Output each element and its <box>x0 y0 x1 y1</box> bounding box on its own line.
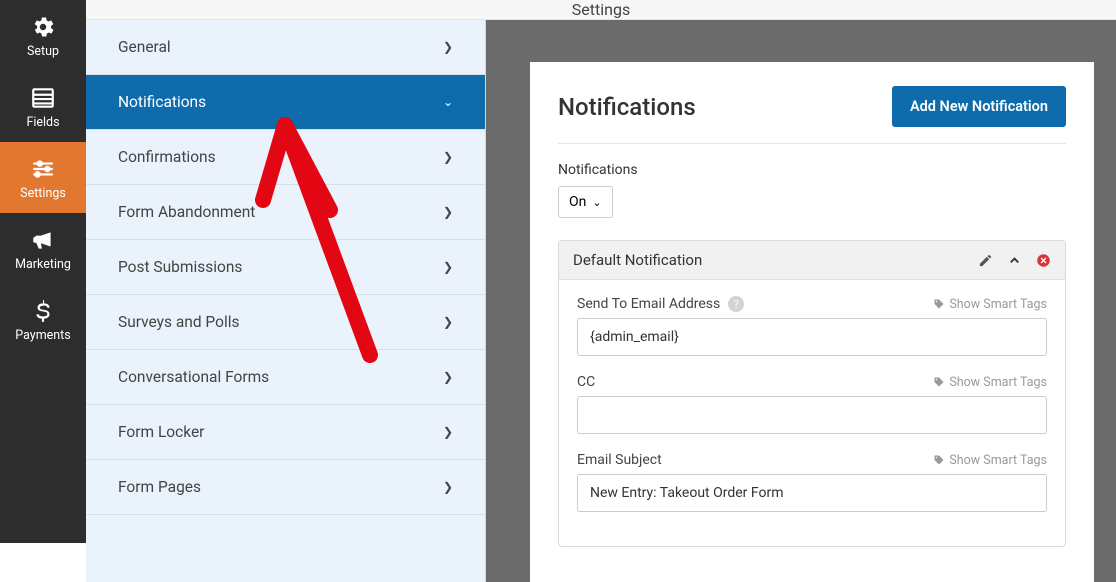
tag-icon <box>933 298 945 310</box>
submenu-label: Form Pages <box>118 478 201 496</box>
field-cc: CC Show Smart Tags <box>577 374 1047 434</box>
submenu-item-form-abandonment[interactable]: Form Abandonment ❯ <box>86 185 485 240</box>
field-email-subject: Email Subject Show Smart Tags <box>577 452 1047 512</box>
select-value: On <box>569 194 586 210</box>
submenu-label: Form Locker <box>118 423 204 441</box>
gear-icon <box>30 14 56 40</box>
page-header: Settings <box>86 0 1116 20</box>
chevron-right-icon: ❯ <box>443 315 453 329</box>
subject-input[interactable] <box>577 474 1047 512</box>
submenu-label: Confirmations <box>118 148 216 166</box>
submenu-label: Conversational Forms <box>118 368 269 386</box>
chevron-right-icon: ❯ <box>443 40 453 54</box>
left-sidebar: Setup Fields Settings Marketing Payments <box>0 0 86 543</box>
sidebar-item-settings[interactable]: Settings <box>0 142 86 213</box>
sidebar-label: Setup <box>0 44 86 59</box>
cc-input[interactable] <box>577 396 1047 434</box>
field-label: Email Subject <box>577 452 662 468</box>
submenu-label: Post Submissions <box>118 258 242 276</box>
submenu-item-form-locker[interactable]: Form Locker ❯ <box>86 405 485 460</box>
submenu-item-form-pages[interactable]: Form Pages ❯ <box>86 460 485 515</box>
sliders-icon <box>30 156 56 182</box>
submenu-item-notifications[interactable]: Notifications ⌄ <box>86 75 485 130</box>
sidebar-item-setup[interactable]: Setup <box>0 0 86 71</box>
chevron-down-icon: ⌄ <box>443 95 453 109</box>
submenu-label: Notifications <box>118 93 206 111</box>
send-to-input[interactable] <box>577 318 1047 356</box>
notifications-panel: Notifications Add New Notification Notif… <box>530 62 1094 582</box>
help-icon[interactable]: ? <box>728 296 744 312</box>
dollar-icon <box>30 298 56 324</box>
notification-card: Default Notification <box>558 240 1066 547</box>
sidebar-label: Marketing <box>0 257 86 272</box>
chevron-up-icon[interactable] <box>1007 253 1022 268</box>
content-container: Notifications Add New Notification Notif… <box>486 20 1116 582</box>
submenu-item-post-submissions[interactable]: Post Submissions ❯ <box>86 240 485 295</box>
submenu-label: General <box>118 38 171 56</box>
submenu-label: Form Abandonment <box>118 203 255 221</box>
field-label: CC <box>577 374 595 390</box>
show-smart-tags-link[interactable]: Show Smart Tags <box>933 375 1047 390</box>
sidebar-label: Payments <box>0 328 86 343</box>
chevron-right-icon: ❯ <box>443 205 453 219</box>
chevron-down-icon: ⌄ <box>592 196 601 209</box>
settings-submenu: General ❯ Notifications ⌄ Confirmations ❯ F… <box>86 20 486 582</box>
submenu-label: Surveys and Polls <box>118 313 239 331</box>
chevron-right-icon: ❯ <box>443 260 453 274</box>
pencil-icon[interactable] <box>978 253 993 268</box>
add-notification-button[interactable]: Add New Notification <box>892 86 1066 127</box>
panel-title: Notifications <box>558 93 696 121</box>
chevron-right-icon: ❯ <box>443 425 453 439</box>
sidebar-label: Fields <box>0 115 86 130</box>
tag-icon <box>933 454 945 466</box>
sidebar-label: Settings <box>0 186 86 201</box>
sidebar-item-fields[interactable]: Fields <box>0 71 86 142</box>
show-smart-tags-link[interactable]: Show Smart Tags <box>933 453 1047 468</box>
delete-icon[interactable] <box>1036 253 1051 268</box>
submenu-item-surveys-polls[interactable]: Surveys and Polls ❯ <box>86 295 485 350</box>
list-icon <box>30 85 56 111</box>
show-smart-tags-link[interactable]: Show Smart Tags <box>933 297 1047 312</box>
tag-icon <box>933 376 945 388</box>
chevron-right-icon: ❯ <box>443 370 453 384</box>
notifications-toggle-select[interactable]: On ⌄ <box>558 186 613 218</box>
sidebar-item-marketing[interactable]: Marketing <box>0 213 86 284</box>
submenu-item-confirmations[interactable]: Confirmations ❯ <box>86 130 485 185</box>
bullhorn-icon <box>30 227 56 253</box>
submenu-item-conversational-forms[interactable]: Conversational Forms ❯ <box>86 350 485 405</box>
chevron-right-icon: ❯ <box>443 150 453 164</box>
submenu-item-general[interactable]: General ❯ <box>86 20 485 75</box>
sidebar-item-payments[interactable]: Payments <box>0 284 86 355</box>
field-send-to: Send To Email Address ? Show Smart Tags <box>577 296 1047 356</box>
card-title: Default Notification <box>573 251 702 269</box>
page-title: Settings <box>572 0 630 19</box>
field-label: Send To Email Address <box>577 296 720 312</box>
notifications-toggle-label: Notifications <box>558 162 1066 178</box>
chevron-right-icon: ❯ <box>443 480 453 494</box>
